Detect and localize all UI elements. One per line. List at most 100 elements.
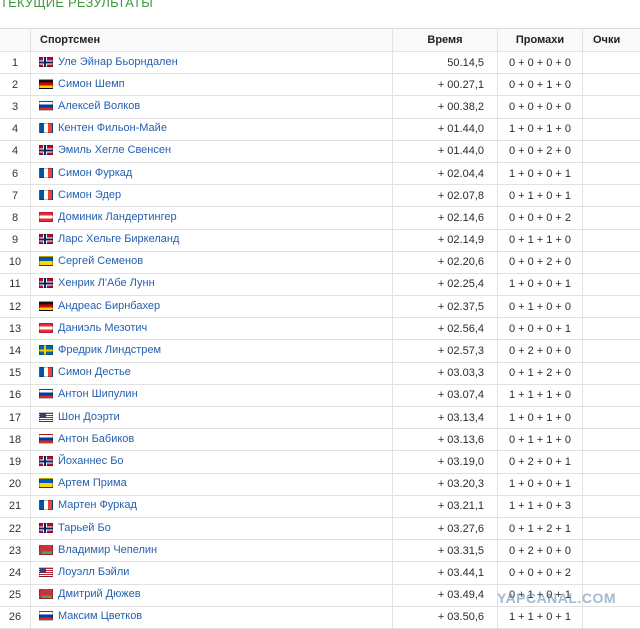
points-cell (583, 362, 640, 384)
athlete-cell: Максим Цветков (31, 606, 393, 628)
athlete-name-wrap: Владимир Чепелин (39, 544, 157, 556)
misses-cell: 0 + 0 + 0 + 2 (498, 562, 583, 584)
athlete-name-link[interactable]: Хенрик Л'Абе Лунн (58, 277, 155, 289)
time-cell: + 03.03,3 (393, 362, 498, 384)
time-cell: + 02.14,9 (393, 229, 498, 251)
country-flag-icon (39, 523, 53, 533)
points-cell (583, 495, 640, 517)
athlete-name-wrap: Хенрик Л'Абе Лунн (39, 277, 155, 289)
table-row: 4Эмиль Хегле Свенсен+ 01.44,00 + 0 + 2 +… (0, 140, 640, 162)
table-row: 17Шон Доэрти+ 03.13,41 + 0 + 1 + 0 (0, 407, 640, 429)
athlete-cell: Хенрик Л'Абе Лунн (31, 273, 393, 295)
place-cell: 26 (0, 606, 31, 628)
athlete-cell: Симон Дестье (31, 362, 393, 384)
athlete-name-link[interactable]: Эмиль Хегле Свенсен (58, 144, 171, 156)
athlete-name-link[interactable]: Уле Эйнар Бьорндален (58, 56, 178, 68)
country-flag-icon (39, 301, 53, 311)
athlete-name-link[interactable]: Сергей Семенов (58, 255, 143, 267)
athlete-name-link[interactable]: Лоуэлл Бэйли (58, 566, 129, 578)
athlete-cell: Шон Доэрти (31, 407, 393, 429)
athlete-cell: Алексей Волков (31, 96, 393, 118)
athlete-name-link[interactable]: Ларс Хельге Биркеланд (58, 233, 179, 245)
athlete-name-link[interactable]: Симон Фуркад (58, 167, 132, 179)
results-table: Спортсмен Время Промахи Очки 1Уле Эйнар … (0, 28, 640, 629)
misses-cell: 0 + 1 + 1 + 0 (498, 429, 583, 451)
place-cell: 10 (0, 251, 31, 273)
points-cell (583, 407, 640, 429)
athlete-name-link[interactable]: Шон Доэрти (58, 411, 120, 423)
column-header-misses[interactable]: Промахи (498, 29, 583, 52)
athlete-cell: Кентен Фильон-Майе (31, 118, 393, 140)
table-row: 1Уле Эйнар Бьорндален50.14,50 + 0 + 0 + … (0, 52, 640, 74)
country-flag-icon (39, 500, 53, 510)
time-cell: + 03.19,0 (393, 451, 498, 473)
points-cell (583, 296, 640, 318)
athlete-name-link[interactable]: Кентен Фильон-Майе (58, 122, 167, 134)
points-cell (583, 318, 640, 340)
athlete-name-link[interactable]: Мартен Фуркад (58, 499, 137, 511)
athlete-name-link[interactable]: Артем Прима (58, 477, 127, 489)
table-header-row: Спортсмен Время Промахи Очки (0, 29, 640, 52)
misses-cell: 1 + 0 + 0 + 1 (498, 273, 583, 295)
athlete-cell: Андреас Бирнбахер (31, 296, 393, 318)
place-cell: 13 (0, 318, 31, 340)
points-cell (583, 185, 640, 207)
athlete-name-link[interactable]: Антон Шипулин (58, 388, 138, 400)
athlete-name-wrap: Симон Дестье (39, 366, 131, 378)
place-cell: 16 (0, 384, 31, 406)
points-cell (583, 273, 640, 295)
athlete-name-link[interactable]: Фредрик Линдстрем (58, 344, 161, 356)
athlete-name-link[interactable]: Антон Бабиков (58, 433, 134, 445)
table-row: 13Даниэль Мезотич+ 02.56,40 + 0 + 0 + 1 (0, 318, 640, 340)
athlete-cell: Мартен Фуркад (31, 495, 393, 517)
table-row: 4Кентен Фильон-Майе+ 01.44,01 + 0 + 1 + … (0, 118, 640, 140)
athlete-name-link[interactable]: Алексей Волков (58, 100, 140, 112)
column-header-points[interactable]: Очки (583, 29, 640, 52)
country-flag-icon (39, 190, 53, 200)
place-cell: 23 (0, 540, 31, 562)
country-flag-icon (39, 101, 53, 111)
athlete-cell: Дмитрий Дюжев (31, 584, 393, 606)
table-row: 12Андреас Бирнбахер+ 02.37,50 + 1 + 0 + … (0, 296, 640, 318)
place-cell: 7 (0, 185, 31, 207)
country-flag-icon (39, 345, 53, 355)
time-cell: + 02.25,4 (393, 273, 498, 295)
table-row: 19Йоханнес Бо+ 03.19,00 + 2 + 0 + 1 (0, 451, 640, 473)
time-cell: + 02.14,6 (393, 207, 498, 229)
misses-cell: 0 + 2 + 0 + 1 (498, 451, 583, 473)
athlete-name-link[interactable]: Симон Дестье (58, 366, 131, 378)
athlete-cell: Владимир Чепелин (31, 540, 393, 562)
misses-cell: 1 + 0 + 0 + 1 (498, 473, 583, 495)
points-cell (583, 96, 640, 118)
table-row: 3Алексей Волков+ 00.38,20 + 0 + 0 + 0 (0, 96, 640, 118)
athlete-name-link[interactable]: Симон Шемп (58, 78, 125, 90)
time-cell: + 02.57,3 (393, 340, 498, 362)
time-cell: 50.14,5 (393, 52, 498, 74)
athlete-name-link[interactable]: Йоханнес Бо (58, 455, 124, 467)
athlete-name-link[interactable]: Доминик Ландертингер (58, 211, 177, 223)
points-cell (583, 207, 640, 229)
misses-cell: 0 + 0 + 1 + 0 (498, 74, 583, 96)
athlete-name-wrap: Симон Шемп (39, 78, 125, 90)
column-header-athlete[interactable]: Спортсмен (31, 29, 393, 52)
country-flag-icon (39, 256, 53, 266)
athlete-name-wrap: Максим Цветков (39, 610, 142, 622)
points-cell (583, 473, 640, 495)
athlete-name-link[interactable]: Андреас Бирнбахер (58, 300, 160, 312)
table-row: 18Антон Бабиков+ 03.13,60 + 1 + 1 + 0 (0, 429, 640, 451)
athlete-name-wrap: Мартен Фуркад (39, 499, 137, 511)
table-row: 26Максим Цветков+ 03.50,61 + 1 + 0 + 1 (0, 606, 640, 628)
time-cell: + 03.27,6 (393, 517, 498, 539)
athlete-name-link[interactable]: Даниэль Мезотич (58, 322, 147, 334)
athlete-name-link[interactable]: Симон Эдер (58, 189, 121, 201)
athlete-name-link[interactable]: Дмитрий Дюжев (58, 588, 141, 600)
athlete-name-link[interactable]: Тарьей Бо (58, 522, 111, 534)
time-cell: + 00.38,2 (393, 96, 498, 118)
athlete-cell: Фредрик Линдстрем (31, 340, 393, 362)
column-header-time[interactable]: Время (393, 29, 498, 52)
athlete-cell: Антон Бабиков (31, 429, 393, 451)
athlete-name-link[interactable]: Владимир Чепелин (58, 544, 157, 556)
athlete-name-link[interactable]: Максим Цветков (58, 610, 142, 622)
athlete-name-wrap: Симон Эдер (39, 189, 121, 201)
place-cell: 14 (0, 340, 31, 362)
